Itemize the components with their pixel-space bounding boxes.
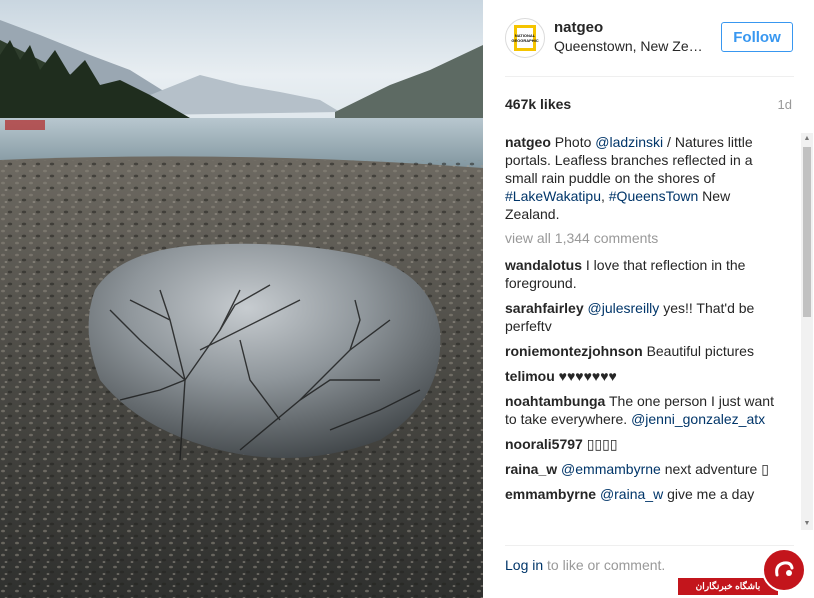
- comment-mention[interactable]: @julesreilly: [588, 300, 660, 316]
- login-link[interactable]: Log in: [505, 557, 543, 573]
- list-item: noorali5797 ▯▯▯▯: [505, 435, 781, 453]
- hashtag-lake-wakatipu[interactable]: #LakeWakatipu: [505, 188, 601, 204]
- comment-text: next adventure ▯: [664, 461, 769, 477]
- comment-username[interactable]: noahtambunga: [505, 393, 605, 409]
- landscape-photo: [0, 0, 483, 598]
- view-all-comments-link[interactable]: view all 1,344 comments: [505, 229, 781, 247]
- comment-username[interactable]: sarahfairley: [505, 300, 584, 316]
- scroll-down-arrow-icon[interactable]: ▼: [801, 518, 813, 530]
- caption-separator: ,: [600, 188, 609, 204]
- caption-username[interactable]: natgeo: [505, 134, 551, 150]
- comment-username[interactable]: raina_w: [505, 461, 557, 477]
- footer-divider: [505, 545, 794, 546]
- avatar[interactable]: NATIONAL GEOGRAPHIC: [505, 18, 545, 58]
- comment-username[interactable]: noorali5797: [505, 436, 583, 452]
- comments-list: natgeo Photo @ladzinski / Natures little…: [505, 133, 781, 530]
- news-club-logo-icon: [762, 548, 806, 592]
- comment-text: give me a day: [667, 486, 755, 502]
- caption-mention[interactable]: @ladzinski: [595, 134, 663, 150]
- scrollbar-thumb[interactable]: [803, 147, 811, 317]
- post-header: NATIONAL GEOGRAPHIC natgeo Queenstown, N…: [505, 18, 794, 60]
- comments-scrollbar[interactable]: ▲ ▼: [801, 133, 813, 530]
- comment-text: Beautiful pictures: [646, 343, 754, 359]
- list-item: raina_w @emmambyrne next adventure ▯: [505, 460, 781, 478]
- avatar-logo-text: NATIONAL GEOGRAPHIC: [511, 33, 539, 43]
- likes-count[interactable]: 467k likes: [505, 96, 571, 112]
- comment-text: ▯▯▯▯: [586, 436, 618, 452]
- post-photo[interactable]: [0, 0, 483, 598]
- watermark: باشگاه خبرنگاران: [678, 548, 814, 598]
- hashtag-queenstown[interactable]: #QueensTown: [609, 188, 699, 204]
- header-divider: [505, 76, 794, 77]
- username-link[interactable]: natgeo: [554, 19, 603, 36]
- list-item: wandalotus I love that reflection in the…: [505, 256, 781, 292]
- list-item: sarahfairley @julesreilly yes!! That'd b…: [505, 299, 781, 335]
- comment-username[interactable]: roniemontezjohnson: [505, 343, 643, 359]
- login-prompt: Log in to like or comment.: [505, 557, 665, 573]
- location-link[interactable]: Queenstown, New Zealand: [554, 38, 709, 54]
- follow-button[interactable]: Follow: [721, 22, 793, 52]
- natgeo-logo-icon: NATIONAL GEOGRAPHIC: [511, 25, 539, 51]
- list-item: roniemontezjohnson Beautiful pictures: [505, 342, 781, 360]
- comment-mention[interactable]: @emmambyrne: [561, 461, 661, 477]
- comment-username[interactable]: wandalotus: [505, 257, 582, 273]
- post-time[interactable]: 1d: [778, 97, 792, 112]
- comment-username[interactable]: telimou: [505, 368, 555, 384]
- post-side-panel: NATIONAL GEOGRAPHIC natgeo Queenstown, N…: [483, 0, 814, 598]
- scroll-up-arrow-icon[interactable]: ▲: [801, 133, 813, 145]
- list-item: telimou ♥♥♥♥♥♥♥: [505, 367, 781, 385]
- comment-mention[interactable]: @raina_w: [600, 486, 663, 502]
- caption-prefix: Photo: [554, 134, 596, 150]
- comment-username[interactable]: emmambyrne: [505, 486, 596, 502]
- caption: natgeo Photo @ladzinski / Natures little…: [505, 133, 781, 223]
- list-item: noahtambunga The one person I just want …: [505, 392, 781, 428]
- comment-mention[interactable]: @jenni_gonzalez_atx: [631, 411, 765, 427]
- comment-text: ♥♥♥♥♥♥♥: [558, 368, 617, 384]
- list-item: emmambyrne @raina_w give me a day: [505, 485, 781, 503]
- watermark-banner: باشگاه خبرنگاران: [678, 578, 778, 595]
- login-prompt-text: to like or comment.: [543, 557, 666, 573]
